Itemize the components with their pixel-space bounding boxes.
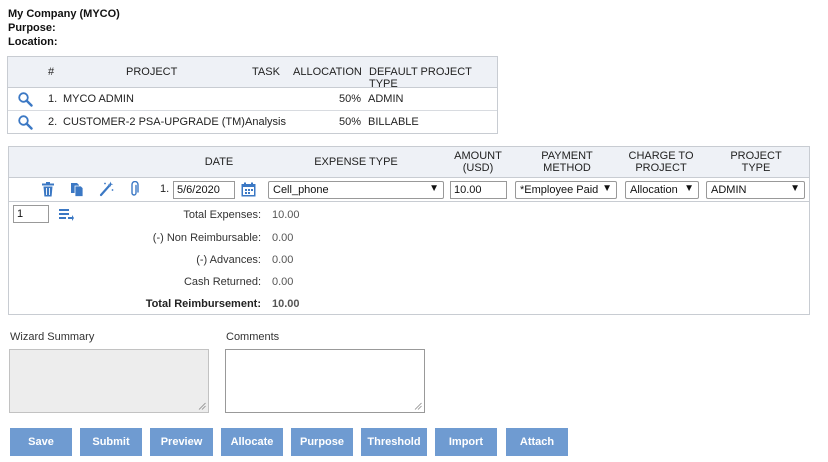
- total-expenses-label: Total Expenses:: [183, 209, 261, 221]
- row-count-input[interactable]: [13, 205, 49, 223]
- company-name: My Company (MYCO): [8, 8, 120, 20]
- col-amount-line2: (USD): [462, 162, 494, 174]
- col-ptype-line1: PROJECT: [730, 150, 782, 162]
- submit-button[interactable]: Submit: [80, 428, 142, 456]
- cash-returned-label: Cash Returned:: [183, 276, 261, 288]
- purpose-label: Purpose:: [8, 22, 56, 34]
- chevron-down-icon: ▼: [602, 183, 612, 194]
- col-project: PROJECT: [126, 66, 178, 78]
- comments-textarea[interactable]: [225, 349, 425, 413]
- import-button[interactable]: Import: [435, 428, 497, 456]
- total-reimbursement-value: 10.00: [272, 298, 300, 310]
- amount-input[interactable]: [450, 181, 507, 199]
- allocation-value: 50%: [339, 116, 362, 128]
- search-icon[interactable]: [17, 114, 33, 130]
- cash-returned-value: 0.00: [272, 276, 294, 288]
- row-num: 2.: [48, 116, 58, 128]
- expense-type-value: Cell_phone: [273, 184, 329, 196]
- col-charge-line2: PROJECT: [635, 162, 687, 174]
- paperclip-icon[interactable]: [129, 181, 139, 198]
- trash-icon[interactable]: [41, 182, 55, 197]
- expense-table: DATE EXPENSE TYPE AMOUNT (USD) PAYMENT M…: [8, 146, 810, 315]
- chevron-down-icon: ▼: [429, 183, 439, 194]
- col-amount: AMOUNT (USD): [446, 150, 510, 174]
- task-name: Analysis: [245, 116, 286, 128]
- preview-button[interactable]: Preview: [150, 428, 213, 456]
- calendar-icon[interactable]: [241, 182, 256, 197]
- project-type: ADMIN: [368, 93, 404, 105]
- col-charge-line1: CHARGE TO: [628, 150, 694, 162]
- charge-to-project-select[interactable]: Allocation ▼: [625, 181, 699, 199]
- col-charge-to-project: CHARGE TO PROJECT: [621, 150, 701, 174]
- save-button[interactable]: Save: [10, 428, 72, 456]
- col-default-project-type: DEFAULT PROJECT TYPE: [369, 66, 472, 90]
- payment-method-value: *Employee Paid: [520, 184, 599, 196]
- col-allocation: ALLOCATION: [293, 66, 362, 78]
- threshold-button[interactable]: Threshold: [361, 428, 427, 456]
- total-expenses-value: 10.00: [272, 209, 300, 221]
- col-payment-line1: PAYMENT: [541, 150, 593, 162]
- col-date: DATE: [204, 156, 234, 168]
- col-ptype-line2: TYPE: [741, 162, 771, 174]
- purpose-button[interactable]: Purpose: [291, 428, 353, 456]
- date-input[interactable]: [173, 181, 235, 199]
- total-reimbursement-label: Total Reimbursement:: [145, 298, 261, 310]
- project-name: MYCO ADMIN: [63, 93, 134, 105]
- expense-row: 1. Cell_phone ▼ *Employee Paid ▼ Allocat…: [9, 178, 809, 202]
- advances-label: (-) Advances:: [196, 254, 261, 266]
- expense-type-select[interactable]: Cell_phone ▼: [268, 181, 444, 199]
- project-type: BILLABLE: [368, 116, 419, 128]
- wizard-summary-label: Wizard Summary: [10, 331, 95, 343]
- project-table: # PROJECT TASK ALLOCATION DEFAULT PROJEC…: [7, 56, 498, 134]
- col-expense-type: EXPENSE TYPE: [314, 156, 398, 168]
- row-num: 1.: [48, 93, 58, 105]
- project-table-header: # PROJECT TASK ALLOCATION DEFAULT PROJEC…: [8, 57, 497, 90]
- chevron-down-icon: ▼: [684, 183, 694, 194]
- magic-wand-icon[interactable]: [99, 181, 114, 197]
- location-label: Location:: [8, 36, 58, 48]
- comments-label: Comments: [226, 331, 280, 343]
- advances-value: 0.00: [272, 254, 294, 266]
- wizard-summary-textarea: [9, 349, 209, 413]
- allocate-button[interactable]: Allocate: [221, 428, 283, 456]
- project-row: 1. MYCO ADMIN 50% ADMIN: [8, 88, 497, 111]
- attach-button[interactable]: Attach: [506, 428, 568, 456]
- expense-table-header: DATE EXPENSE TYPE AMOUNT (USD) PAYMENT M…: [9, 147, 809, 178]
- copy-icon[interactable]: [70, 182, 84, 197]
- col-payment-method: PAYMENT METHOD: [527, 150, 607, 174]
- charge-to-project-value: Allocation: [630, 184, 678, 196]
- allocation-value: 50%: [339, 93, 362, 105]
- expense-row-num: 1.: [160, 183, 170, 195]
- project-row: 2. CUSTOMER-2 PSA-UPGRADE (TM) Analysis …: [8, 111, 497, 134]
- project-name: CUSTOMER-2 PSA-UPGRADE (TM): [63, 116, 245, 128]
- payment-method-select[interactable]: *Employee Paid ▼: [515, 181, 617, 199]
- chevron-down-icon: ▼: [790, 183, 800, 194]
- col-project-type: PROJECT TYPE: [716, 150, 796, 174]
- search-icon[interactable]: [17, 91, 33, 107]
- col-task: TASK: [252, 66, 280, 78]
- resize-grip-icon[interactable]: [198, 402, 206, 410]
- resize-grip-icon[interactable]: [414, 402, 422, 410]
- col-amount-line1: AMOUNT: [454, 150, 502, 162]
- add-rows-icon[interactable]: [59, 208, 74, 222]
- project-type-select[interactable]: ADMIN ▼: [706, 181, 805, 199]
- non-reimbursable-value: 0.00: [272, 232, 294, 244]
- col-num: #: [48, 66, 55, 78]
- col-payment-line2: METHOD: [543, 162, 591, 174]
- project-type-value: ADMIN: [711, 184, 747, 196]
- non-reimbursable-label: (-) Non Reimbursable:: [152, 232, 261, 244]
